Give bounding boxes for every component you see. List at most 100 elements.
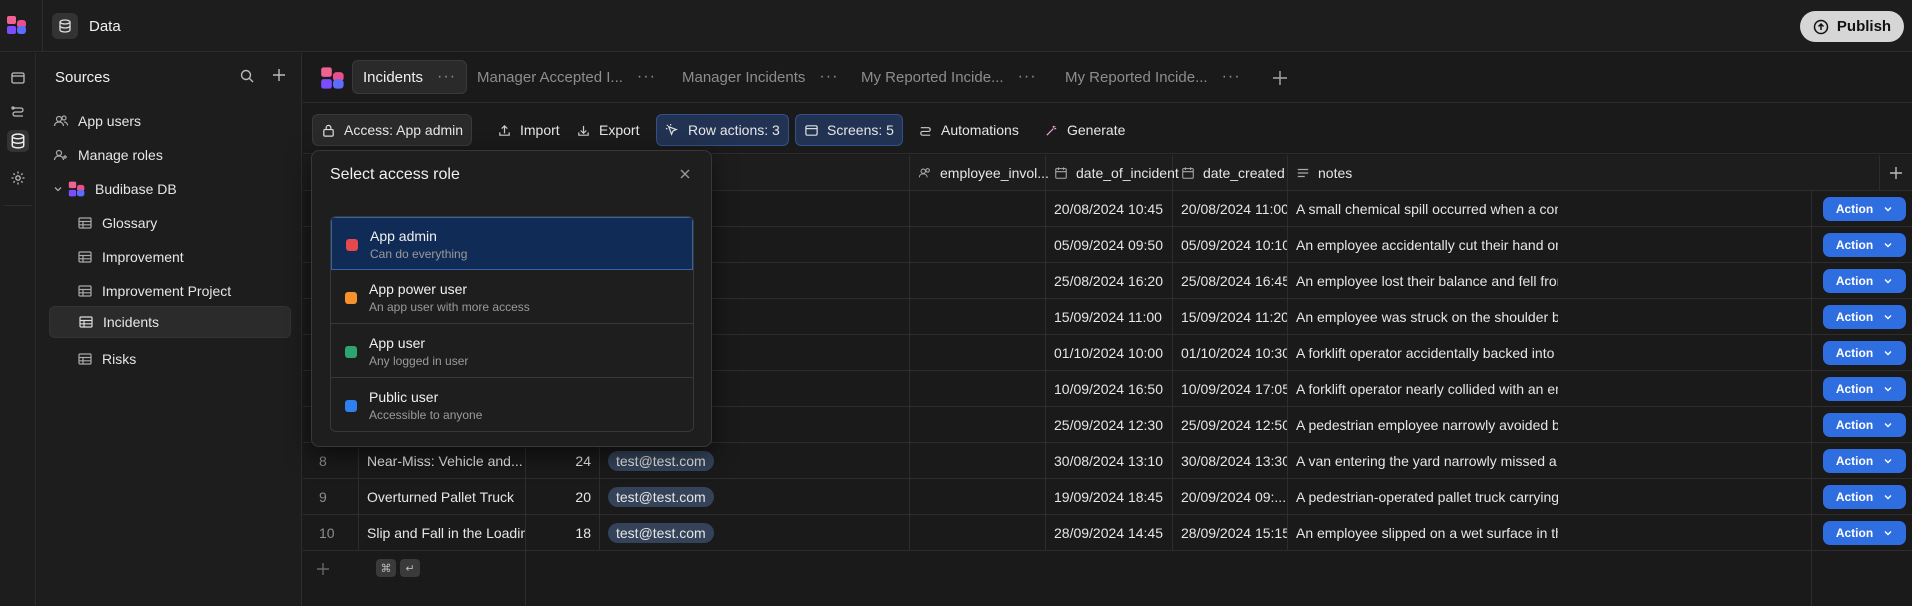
add-view-icon[interactable] <box>1271 69 1289 87</box>
date-of-incident-cell[interactable]: 19/09/2024 18:45 <box>1046 479 1173 515</box>
title-cell[interactable]: Overturned Pallet Truck <box>359 479 526 515</box>
export-button[interactable]: Export <box>568 114 647 146</box>
notes-cell[interactable]: A small chemical spill occurred when a c… <box>1288 191 1558 227</box>
row-index[interactable]: 9 <box>303 479 359 515</box>
tab-my-reported-2[interactable]: My Reported Incide... ··· <box>1065 60 1241 94</box>
row-action-button[interactable]: Action <box>1823 449 1906 473</box>
date-created-cell[interactable]: 20/08/2024 11:00 <box>1173 191 1288 227</box>
budibase-logo[interactable] <box>6 14 28 36</box>
date-of-incident-cell[interactable]: 20/08/2024 10:45 <box>1046 191 1173 227</box>
row-action-button[interactable]: Action <box>1823 233 1906 257</box>
employee-cell[interactable] <box>910 227 1046 263</box>
employee-cell[interactable] <box>910 407 1046 443</box>
sidebar-item-incidents[interactable]: Incidents <box>49 306 291 338</box>
number-cell[interactable]: 18 <box>526 515 600 551</box>
column-header-employee[interactable]: employee_invol... <box>910 155 1049 191</box>
reported-by-cell[interactable]: test@test.com <box>600 515 910 551</box>
notes-cell[interactable]: A pedestrian-operated pallet truck carry… <box>1288 479 1558 515</box>
tab-my-reported-1[interactable]: My Reported Incide... ··· <box>861 60 1037 94</box>
date-of-incident-cell[interactable]: 25/08/2024 16:20 <box>1046 263 1173 299</box>
row-action-button[interactable]: Action <box>1823 341 1906 365</box>
screens-button[interactable]: Screens: 5 <box>795 114 903 146</box>
role-option-public-user[interactable]: Public user Accessible to anyone <box>331 379 693 431</box>
notes-cell[interactable]: An employee slipped on a wet surface in … <box>1288 515 1558 551</box>
data-nav-icon[interactable] <box>7 130 29 152</box>
role-option-app-user[interactable]: App user Any logged in user <box>331 325 693 378</box>
title-cell[interactable]: Near-Miss: Vehicle and... <box>359 443 526 479</box>
employee-cell[interactable] <box>910 191 1046 227</box>
row-action-button[interactable]: Action <box>1823 377 1906 401</box>
column-header-date-created[interactable]: date_created <box>1173 155 1288 191</box>
table-row[interactable]: 8 Near-Miss: Vehicle and... 24 test@test.co… <box>303 443 1912 479</box>
employee-cell[interactable] <box>910 299 1046 335</box>
date-created-cell[interactable]: 01/10/2024 10:30 <box>1173 335 1288 371</box>
date-created-cell[interactable]: 30/08/2024 13:30 <box>1173 443 1288 479</box>
sidebar-item-manage-roles[interactable]: Manage roles <box>53 139 283 171</box>
date-of-incident-cell[interactable]: 10/09/2024 16:50 <box>1046 371 1173 407</box>
more-icon[interactable]: ··· <box>1018 68 1037 86</box>
screens-nav-icon[interactable] <box>7 67 29 89</box>
row-actions-button[interactable]: Row actions: 3 <box>656 114 789 146</box>
sidebar-item-risks[interactable]: Risks <box>77 343 287 375</box>
notes-cell[interactable]: A forklift operator nearly collided with… <box>1288 371 1558 407</box>
date-of-incident-cell[interactable]: 30/08/2024 13:10 <box>1046 443 1173 479</box>
employee-cell[interactable] <box>910 479 1046 515</box>
notes-cell[interactable]: An employee lost their balance and fell … <box>1288 263 1558 299</box>
access-button[interactable]: Access: App admin <box>312 114 473 146</box>
sidebar-item-improvement-project[interactable]: Improvement Project <box>77 275 287 307</box>
table-row[interactable]: 10 Slip and Fall in the Loadin... 18 test@t… <box>303 515 1912 551</box>
role-option-app-admin[interactable]: App admin Can do everything <box>331 217 693 270</box>
role-option-app-power-user[interactable]: App power user An app user with more acc… <box>331 271 693 324</box>
column-header-notes[interactable]: notes <box>1288 155 1880 191</box>
employee-cell[interactable] <box>910 371 1046 407</box>
row-action-button[interactable]: Action <box>1823 305 1906 329</box>
employee-cell[interactable] <box>910 335 1046 371</box>
more-icon[interactable]: ··· <box>1222 68 1241 86</box>
row-action-button[interactable]: Action <box>1823 521 1906 545</box>
date-of-incident-cell[interactable]: 01/10/2024 10:00 <box>1046 335 1173 371</box>
notes-cell[interactable]: A pedestrian employee narrowly avoided b… <box>1288 407 1558 443</box>
sidebar-item-app-users[interactable]: App users <box>53 105 283 137</box>
automations-nav-icon[interactable] <box>7 100 29 122</box>
date-created-cell[interactable]: 10/09/2024 17:05 <box>1173 371 1288 407</box>
notes-cell[interactable]: A van entering the yard narrowly missed … <box>1288 443 1558 479</box>
close-icon[interactable] <box>678 167 694 183</box>
add-source-icon[interactable] <box>271 67 287 83</box>
date-of-incident-cell[interactable]: 15/09/2024 11:00 <box>1046 299 1173 335</box>
title-cell[interactable]: Slip and Fall in the Loadin... <box>359 515 526 551</box>
date-created-cell[interactable]: 25/08/2024 16:45 <box>1173 263 1288 299</box>
sidebar-item-budibase-db[interactable]: Budibase DB <box>53 173 283 205</box>
date-created-cell[interactable]: 05/09/2024 10:10 <box>1173 227 1288 263</box>
search-icon[interactable] <box>239 68 255 84</box>
employee-cell[interactable] <box>910 263 1046 299</box>
number-cell[interactable]: 20 <box>526 479 600 515</box>
sidebar-item-improvement[interactable]: Improvement <box>77 241 287 273</box>
row-index[interactable]: 8 <box>303 443 359 479</box>
notes-cell[interactable]: An employee was struck on the shoulder b… <box>1288 299 1558 335</box>
employee-cell[interactable] <box>910 443 1046 479</box>
employee-cell[interactable] <box>910 515 1046 551</box>
row-action-button[interactable]: Action <box>1823 485 1906 509</box>
reported-by-cell[interactable]: test@test.com <box>600 479 910 515</box>
notes-cell[interactable]: A forklift operator accidentally backed … <box>1288 335 1558 371</box>
more-icon[interactable]: ··· <box>819 68 838 86</box>
automations-button[interactable]: Automations <box>910 114 1027 146</box>
date-of-incident-cell[interactable]: 25/09/2024 12:30 <box>1046 407 1173 443</box>
date-created-cell[interactable]: 15/09/2024 11:20 <box>1173 299 1288 335</box>
generate-button[interactable]: Generate <box>1036 114 1133 146</box>
tab-incidents[interactable]: Incidents ··· <box>352 60 468 94</box>
more-icon[interactable]: ··· <box>437 68 456 86</box>
row-action-button[interactable]: Action <box>1823 413 1906 437</box>
notes-cell[interactable]: An employee accidentally cut their hand … <box>1288 227 1558 263</box>
table-row[interactable]: 9 Overturned Pallet Truck 20 test@test.com 1… <box>303 479 1912 515</box>
row-action-button[interactable]: Action <box>1823 197 1906 221</box>
row-index[interactable]: 10 <box>303 515 359 551</box>
add-column-icon[interactable] <box>1888 165 1904 181</box>
number-cell[interactable]: 24 <box>526 443 600 479</box>
date-created-cell[interactable]: 28/09/2024 15:15 <box>1173 515 1288 551</box>
reported-by-cell[interactable]: test@test.com <box>600 443 910 479</box>
import-button[interactable]: Import <box>489 114 568 146</box>
date-created-cell[interactable]: 25/09/2024 12:50 <box>1173 407 1288 443</box>
publish-button[interactable]: Publish <box>1800 11 1904 42</box>
date-of-incident-cell[interactable]: 05/09/2024 09:50 <box>1046 227 1173 263</box>
